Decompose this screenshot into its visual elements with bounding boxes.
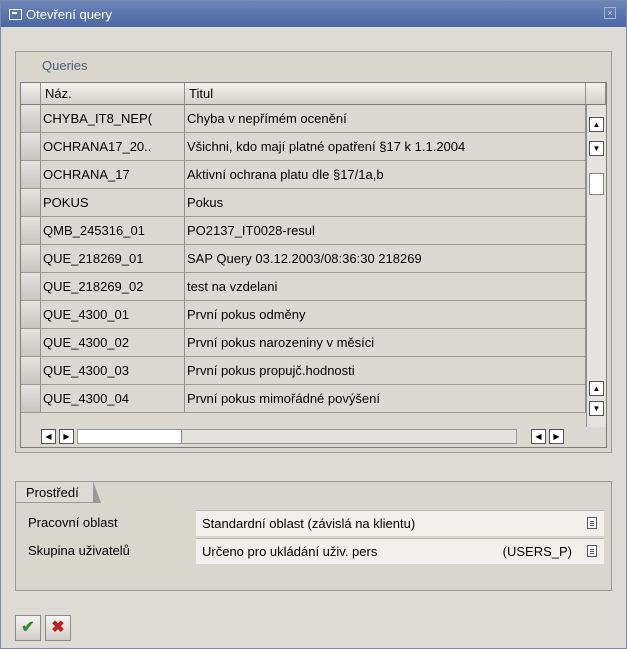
work-area-text: Standardní oblast (závislá na klientu)	[202, 516, 416, 531]
query-name: QUE_4300_04	[41, 385, 185, 413]
title-bar: Otevření query ×	[1, 1, 626, 27]
query-name: CHYBA_IT8_NEP(	[41, 105, 185, 133]
user-group-value[interactable]: Určeno pro ukládání uživ. pers (USERS_P)	[196, 538, 604, 564]
scroll-page-up-icon[interactable]: ▲	[589, 381, 604, 396]
row-selector[interactable]	[21, 133, 41, 161]
window-icon	[9, 8, 22, 20]
query-name: QUE_4300_01	[41, 301, 185, 329]
column-header-title[interactable]: Titul	[185, 83, 586, 105]
query-title: test na vzdelani	[185, 273, 586, 301]
scroll-left-icon[interactable]: ◀	[41, 429, 56, 444]
window-title: Otevření query	[26, 6, 112, 22]
select-all-cell[interactable]	[21, 83, 41, 105]
cancel-icon[interactable]: ✖	[45, 615, 71, 641]
close-icon[interactable]: ×	[604, 7, 616, 19]
table-row[interactable]: QUE_4300_01 První pokus odměny	[21, 301, 586, 329]
vertical-scrollbar[interactable]: ▲ ▼ ▲ ▼	[586, 105, 606, 427]
query-title: První pokus narozeniny v měsíci	[185, 329, 586, 357]
query-title: Aktivní ochrana platu dle §17/1a,b	[185, 161, 586, 189]
row-selector[interactable]	[21, 329, 41, 357]
table-row[interactable]: OCHRANA_17 Aktivní ochrana platu dle §17/…	[21, 161, 586, 189]
user-group-label: Skupina uživatelů	[28, 543, 130, 558]
query-title: První pokus odměny	[185, 301, 586, 329]
column-settings-cell[interactable]	[586, 83, 606, 105]
scroll-down-icon[interactable]: ▼	[589, 401, 604, 416]
open-query-dialog: Otevření query × Queries Náz. Titul CHYB…	[0, 0, 627, 649]
query-name: OCHRANA_17	[41, 161, 185, 189]
query-title: Chyba v nepřímém ocenění	[185, 105, 586, 133]
table-row[interactable]: OCHRANA17_20.. Všichni, kdo mají platné o…	[21, 133, 586, 161]
query-name: QUE_218269_01	[41, 245, 185, 273]
scroll-right-icon[interactable]: ▶	[59, 429, 74, 444]
scroll-left-icon[interactable]: ◀	[531, 429, 546, 444]
query-name: QUE_4300_02	[41, 329, 185, 357]
query-title: První pokus mimořádné povýšení	[185, 385, 586, 413]
row-selector[interactable]	[21, 189, 41, 217]
table-row[interactable]: QUE_4300_02 První pokus narozeniny v měsí…	[21, 329, 586, 357]
scroll-right-icon[interactable]: ▶	[549, 429, 564, 444]
table-header: Náz. Titul	[21, 83, 606, 105]
horizontal-scroll-thumb[interactable]	[78, 430, 182, 443]
table-row[interactable]: QUE_4300_03 První pokus propujč.hodnosti	[21, 357, 586, 385]
column-header-name[interactable]: Náz.	[41, 83, 185, 105]
row-selector[interactable]	[21, 217, 41, 245]
user-group-field: Skupina uživatelů Určeno pro ukládání už…	[28, 538, 604, 564]
notepad-icon[interactable]	[587, 517, 597, 529]
query-name: OCHRANA17_20..	[41, 133, 185, 161]
row-selector[interactable]	[21, 273, 41, 301]
row-selector[interactable]	[21, 161, 41, 189]
environment-group: Prostředí Pracovní oblast Standardní obl…	[15, 481, 612, 591]
work-area-label: Pracovní oblast	[28, 515, 118, 530]
row-selector[interactable]	[21, 105, 41, 133]
environment-group-title: Prostředí	[15, 481, 101, 503]
table-row[interactable]: CHYBA_IT8_NEP(Chyba v nepřímém ocenění	[21, 105, 586, 133]
horizontal-scrollbar-name-column[interactable]: ◀ ▶ ◀ ▶	[41, 427, 586, 447]
horizontal-scroll-track[interactable]	[77, 429, 517, 444]
scroll-up-icon[interactable]: ▲	[589, 117, 604, 132]
query-name: QUE_4300_03	[41, 357, 185, 385]
row-selector[interactable]	[21, 245, 41, 273]
notepad-icon[interactable]	[587, 545, 597, 557]
table-row[interactable]: POKUS Pokus	[21, 189, 586, 217]
query-title: Všichni, kdo mají platné opatření §17 k …	[185, 133, 586, 161]
user-group-text: Určeno pro ukládání uživ. pers	[202, 544, 378, 559]
table-row[interactable]: QUE_4300_04 První pokus mimořádné povýšen…	[21, 385, 586, 413]
query-title: První pokus propujč.hodnosti	[185, 357, 586, 385]
queries-group: Queries Náz. Titul CHYBA_IT8_NEP(Chyba v…	[15, 51, 612, 453]
vertical-scroll-thumb[interactable]	[589, 173, 604, 195]
query-title: Pokus	[185, 189, 586, 217]
row-selector[interactable]	[21, 385, 41, 413]
work-area-value[interactable]: Standardní oblast (závislá na klientu)	[196, 510, 604, 536]
row-selector[interactable]	[21, 301, 41, 329]
queries-table: Náz. Titul CHYBA_IT8_NEP(Chyba v nepřímé…	[20, 82, 607, 448]
work-area-field: Pracovní oblast Standardní oblast (závis…	[28, 510, 604, 536]
query-title: PO2137_IT0028-resul	[185, 217, 586, 245]
row-selector[interactable]	[21, 357, 41, 385]
table-row[interactable]: QUE_218269_01 SAP Query 03.12.2003/08:36:…	[21, 245, 586, 273]
query-name: QUE_218269_02	[41, 273, 185, 301]
query-title: SAP Query 03.12.2003/08:36:30 218269	[185, 245, 586, 273]
query-name: POKUS	[41, 189, 185, 217]
table-row[interactable]: QUE_218269_02 test na vzdelani	[21, 273, 586, 301]
scroll-page-down-icon[interactable]: ▼	[589, 141, 604, 156]
query-name: QMB_245316_01	[41, 217, 185, 245]
queries-group-title: Queries	[42, 58, 88, 73]
table-row[interactable]: QMB_245316_01 PO2137_IT0028-resul	[21, 217, 586, 245]
check-icon[interactable]: ✔	[15, 615, 41, 641]
user-group-code: (USERS_P)	[502, 544, 572, 559]
